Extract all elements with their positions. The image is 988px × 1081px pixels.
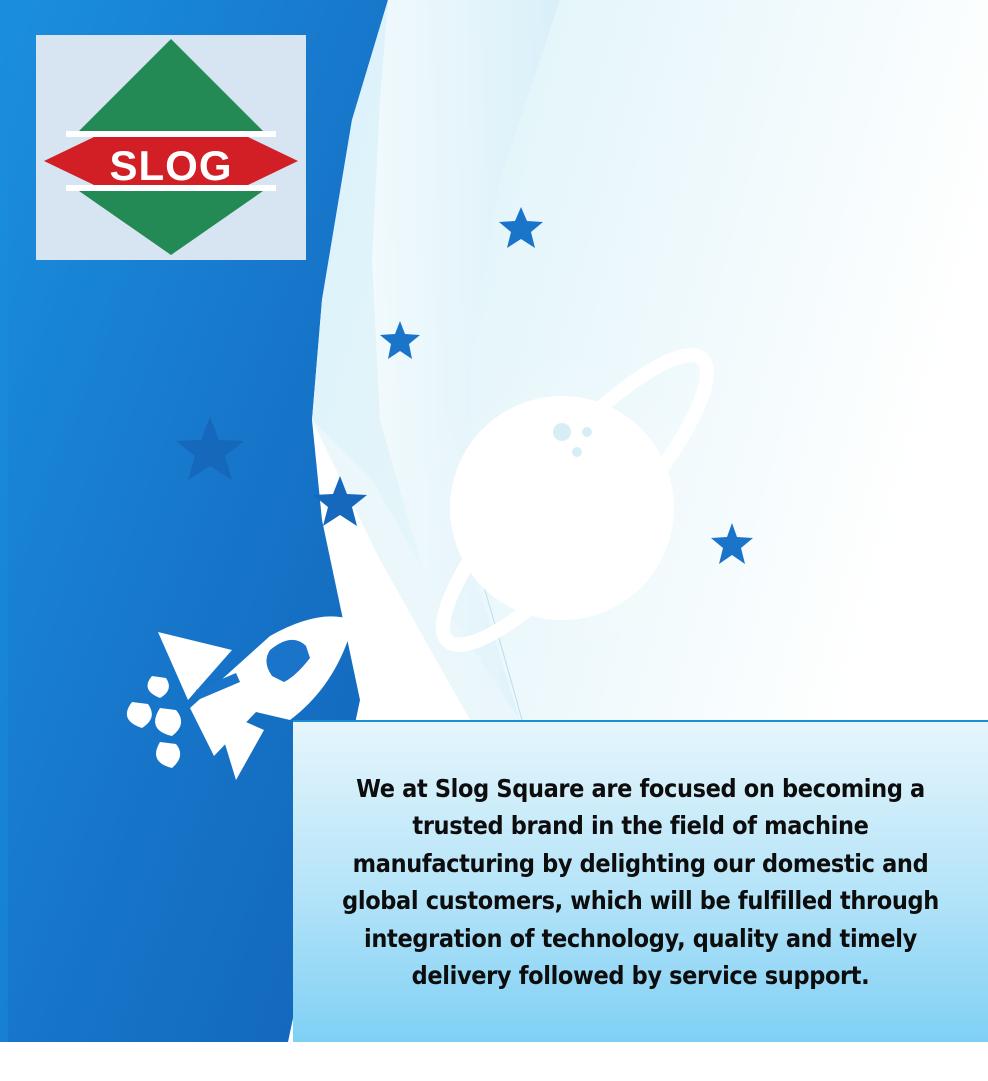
logo-text: SLOG <box>109 142 233 189</box>
slog-mission-card: SLOG We at Slog Square are focused on be… <box>0 0 988 1081</box>
mission-statement: We at Slog Square are focused on becomin… <box>342 773 939 991</box>
bottom-margin <box>0 1042 988 1081</box>
logo: SLOG <box>36 35 306 260</box>
mission-statement-box: We at Slog Square are focused on becomin… <box>293 720 988 1042</box>
